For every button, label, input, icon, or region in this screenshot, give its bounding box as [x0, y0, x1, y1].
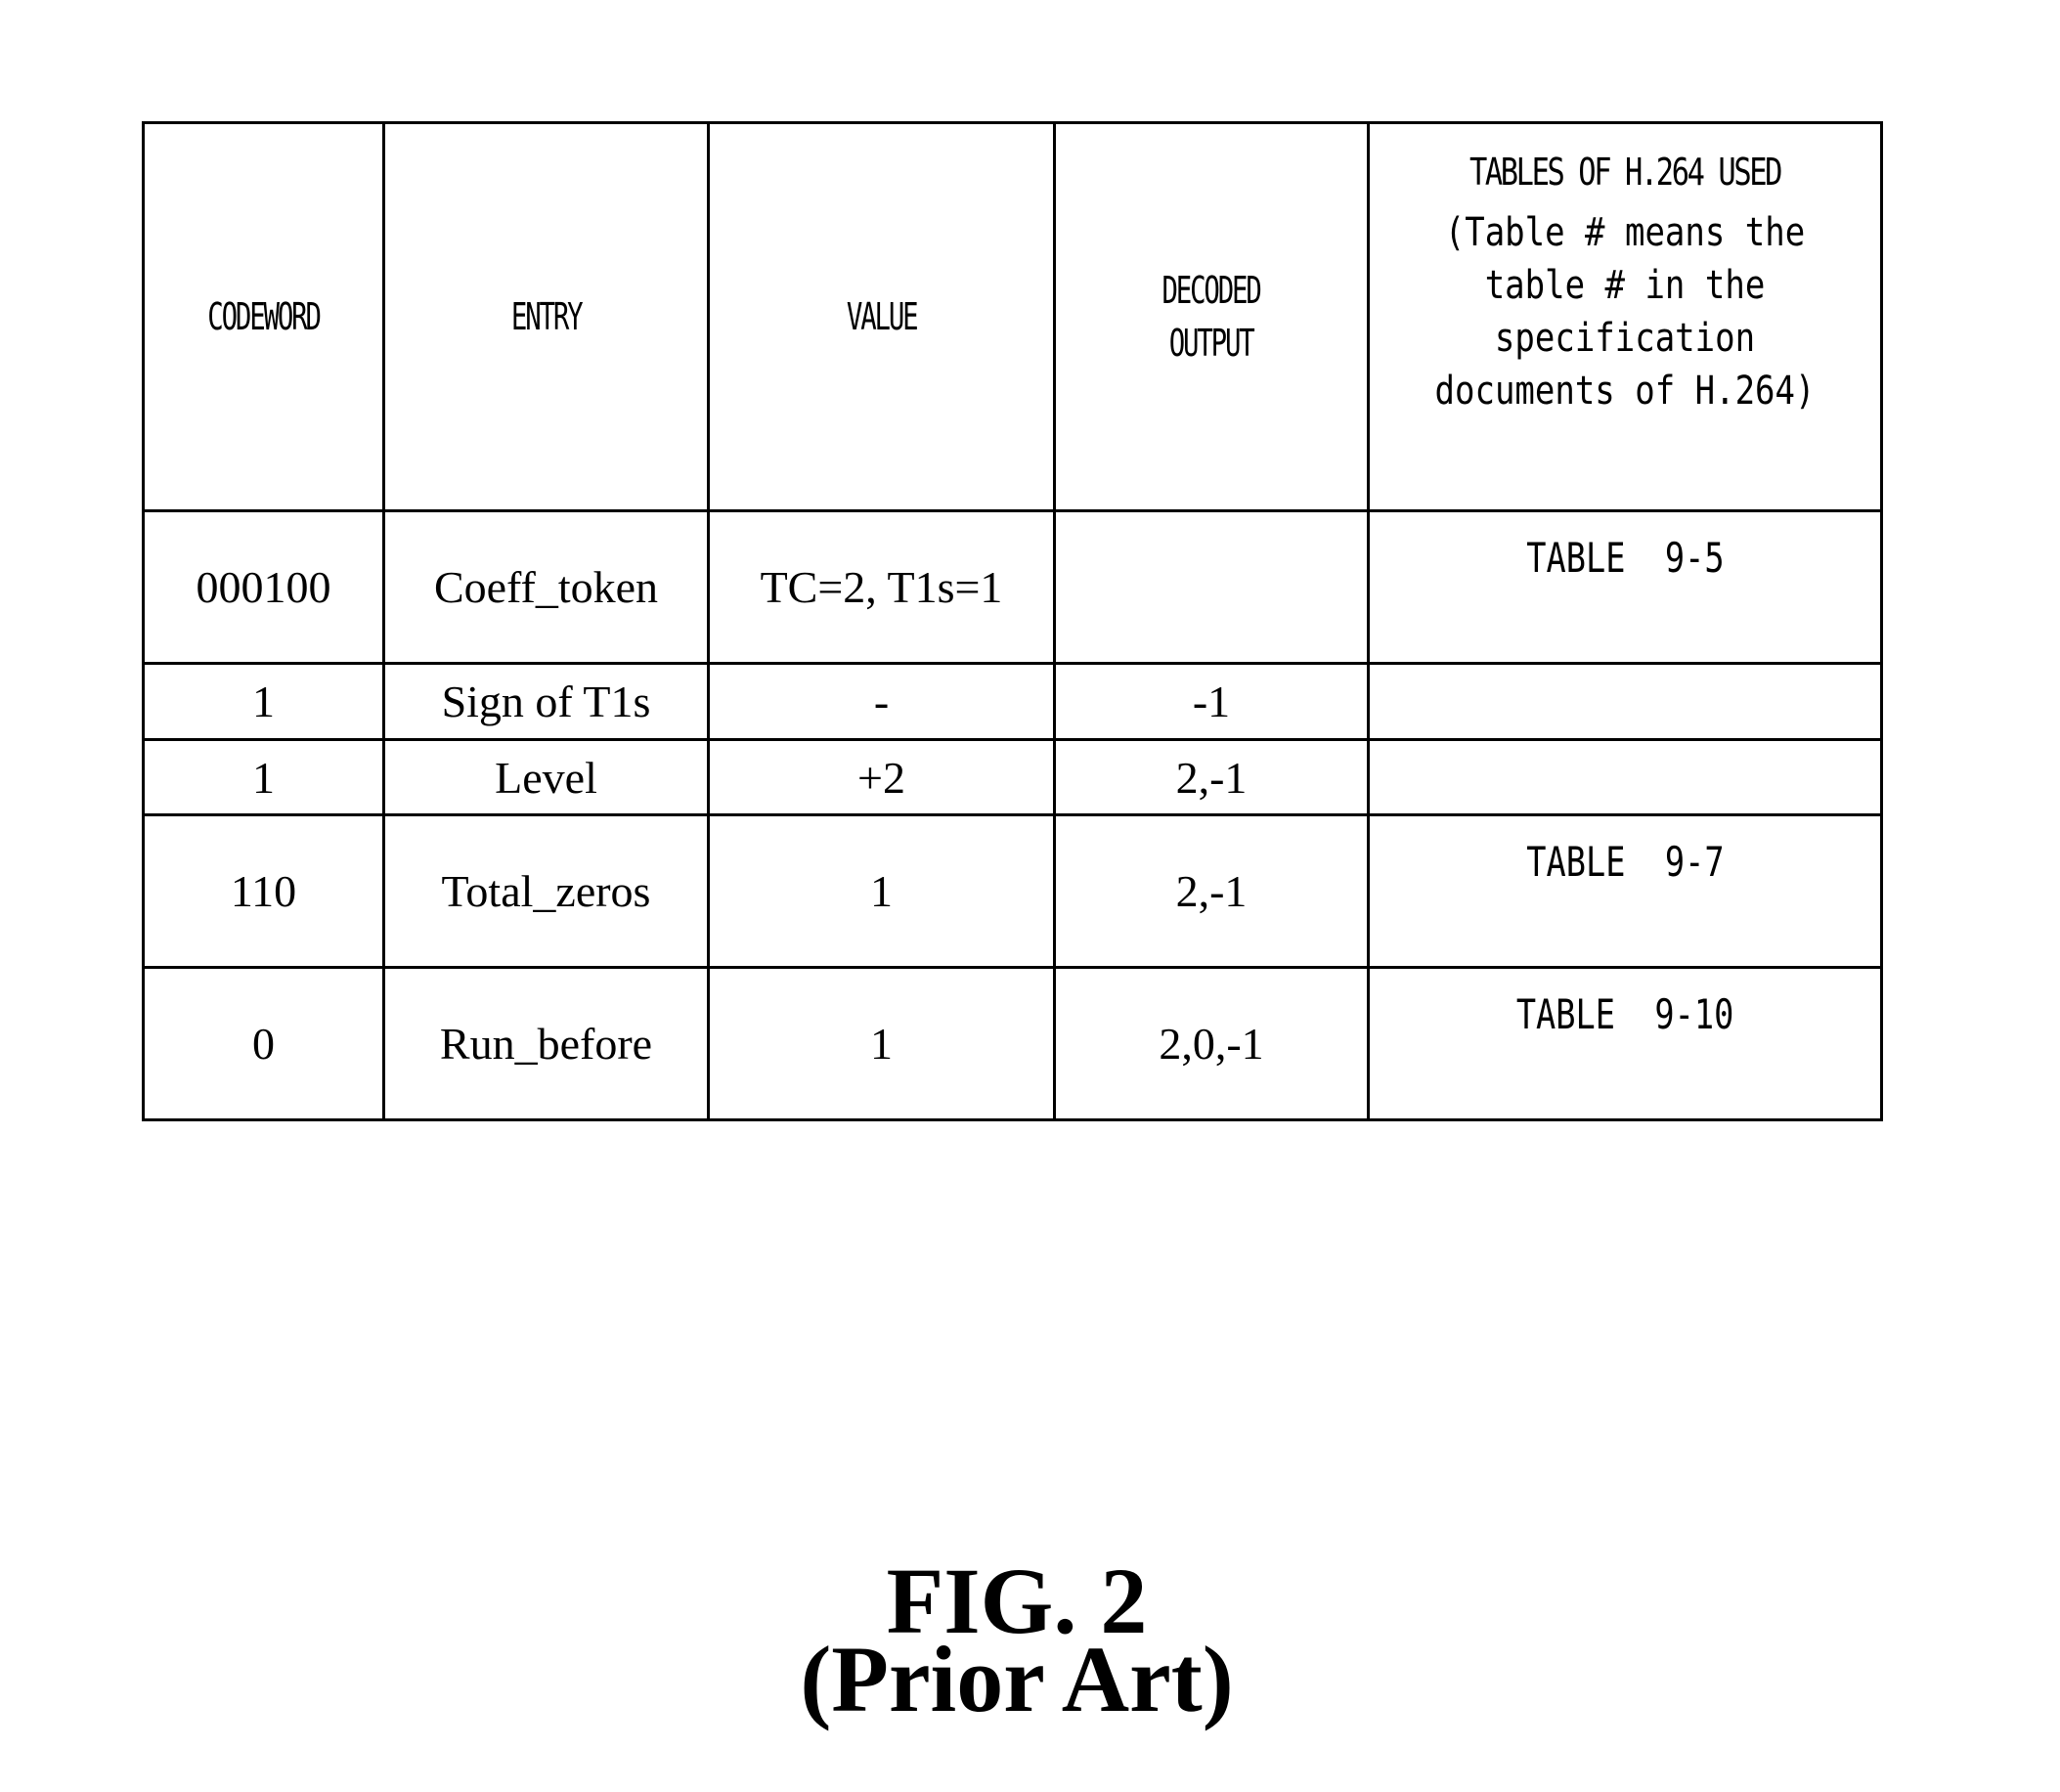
table-ref-label: TABLE 9-7	[1525, 838, 1725, 886]
cell-decoded: 2,0,-1	[1053, 966, 1370, 1121]
header-value: VALUE	[707, 121, 1056, 512]
figure-subtitle: (Prior Art)	[800, 1627, 1234, 1731]
header-entry-label: ENTRY	[510, 295, 584, 338]
table-row: 110 Total_zeros 1 2,-1 TABLE 9-7	[142, 813, 1883, 969]
cell-codeword: 1	[142, 662, 385, 741]
cell-codeword: 000100	[142, 509, 385, 665]
cell-table-ref: TABLE 9-5	[1367, 509, 1883, 665]
header-tables-note-line1: (Table # means the	[1444, 210, 1806, 255]
cell-value: +2	[707, 738, 1056, 816]
cell-entry: Sign of T1s	[382, 662, 710, 741]
header-tables-note-line2: table # in the	[1484, 263, 1766, 308]
header-tables-title: TABLES OF H.264 USED	[1468, 151, 1782, 194]
cell-entry: Level	[382, 738, 710, 816]
cell-table-ref	[1367, 738, 1883, 816]
table-ref-label: TABLE 9-5	[1525, 534, 1725, 582]
cell-value: TC=2, T1s=1	[707, 509, 1056, 665]
cell-value: -	[707, 662, 1056, 741]
cell-table-ref: TABLE 9-7	[1367, 813, 1883, 969]
table-ref-label: TABLE 9-10	[1515, 990, 1734, 1038]
cell-table-ref: TABLE 9-10	[1367, 966, 1883, 1121]
cell-entry: Coeff_token	[382, 509, 710, 665]
cell-codeword: 0	[142, 966, 385, 1121]
cell-codeword: 110	[142, 813, 385, 969]
header-decoded-label-line2: OUTPUT	[1169, 322, 1255, 365]
table-row: 0 Run_before 1 2,0,-1 TABLE 9-10	[142, 966, 1883, 1121]
table-row: 1 Level +2 2,-1	[142, 738, 1883, 816]
cell-decoded: 2,-1	[1053, 738, 1370, 816]
header-tables-note-line4: documents of H.264)	[1434, 369, 1816, 414]
cell-value: 1	[707, 966, 1056, 1121]
decoding-table: CODEWORD ENTRY VALUE DECODED OUTPUT TABL…	[142, 121, 1883, 1121]
header-codeword: CODEWORD	[142, 121, 385, 512]
cell-decoded	[1053, 509, 1370, 665]
header-decoded-output: DECODED OUTPUT	[1053, 121, 1370, 512]
cell-entry: Run_before	[382, 966, 710, 1121]
table-row: 000100 Coeff_token TC=2, T1s=1 TABLE 9-5	[142, 509, 1883, 665]
header-codeword-label: CODEWORD	[207, 295, 322, 338]
cell-decoded: -1	[1053, 662, 1370, 741]
header-row: CODEWORD ENTRY VALUE DECODED OUTPUT TABL…	[142, 121, 1883, 512]
header-entry: ENTRY	[382, 121, 710, 512]
cell-codeword: 1	[142, 738, 385, 816]
table-row: 1 Sign of T1s - -1	[142, 662, 1883, 741]
header-tables-note-line3: specification	[1494, 316, 1756, 361]
cell-entry: Total_zeros	[382, 813, 710, 969]
header-decoded-label-line1: DECODED	[1161, 269, 1262, 312]
cell-decoded: 2,-1	[1053, 813, 1370, 969]
header-value-label: VALUE	[846, 295, 919, 338]
cell-value: 1	[707, 813, 1056, 969]
header-tables-used: TABLES OF H.264 USED (Table # means the …	[1367, 121, 1883, 512]
cell-table-ref	[1367, 662, 1883, 741]
